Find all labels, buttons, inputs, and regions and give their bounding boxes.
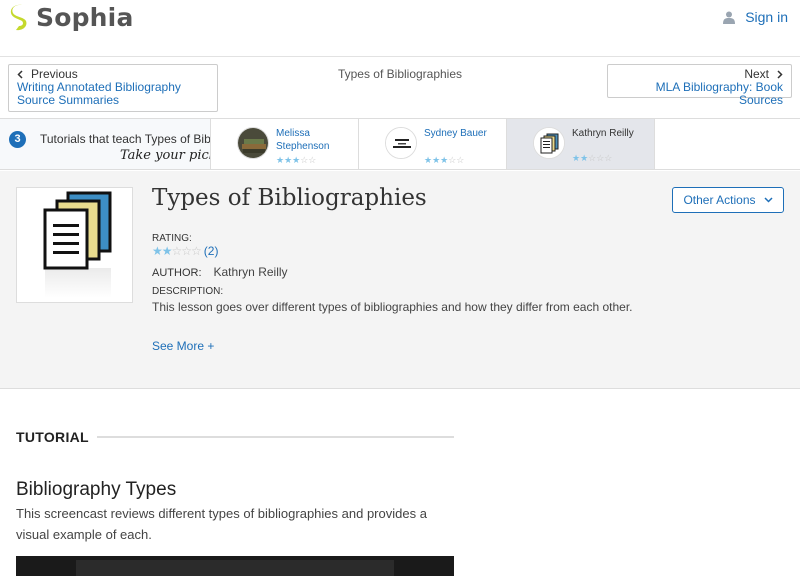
see-more-link[interactable]: See More +: [152, 339, 214, 353]
rating: ★★☆☆☆ (2): [152, 244, 218, 258]
author: AUTHOR: Kathryn Reilly: [152, 265, 288, 279]
previous-lesson-button[interactable]: Previous Writing Annotated Bibliography …: [8, 64, 218, 112]
tutorial-card-kathryn-reilly[interactable]: Kathryn Reilly ★★☆☆☆: [507, 119, 655, 169]
chevron-left-icon: [17, 70, 23, 79]
description-text: This lesson goes over different types of…: [152, 300, 633, 314]
book-stack-icon: [238, 128, 268, 158]
text-thumbnail-icon: [386, 128, 416, 158]
next-lesson-title: MLA Bibliography: Book Sources: [655, 80, 783, 107]
lesson-description: This screencast reviews different types …: [16, 506, 427, 542]
documents-icon: [534, 128, 564, 158]
rating-count-link[interactable]: (2): [204, 244, 219, 258]
author-name: Kathryn Reilly: [213, 265, 288, 279]
rating-label: RATING:: [152, 233, 192, 244]
chevron-right-icon: [777, 70, 783, 79]
current-lesson-title: Types of Bibliographies: [337, 67, 463, 81]
video-player[interactable]: [16, 556, 454, 576]
sign-in-link[interactable]: Sign in: [723, 9, 788, 25]
tutorial-author-name: Sydney Bauer: [424, 128, 487, 139]
sophia-logo-icon: [10, 4, 27, 30]
chevron-down-icon: [763, 197, 773, 203]
video-frame: [76, 560, 394, 576]
other-actions-label: Other Actions: [683, 193, 756, 207]
tutorial-section-header: TUTORIAL: [16, 429, 454, 445]
previous-lesson-title: Writing Annotated Bibliography Source Su…: [17, 80, 181, 107]
tutorial-thumbnail: [385, 127, 417, 159]
tutorial-rating-stars: ★★☆☆☆: [572, 153, 613, 163]
site-header: Sophia Sign in: [0, 0, 800, 57]
sophia-logo[interactable]: Sophia: [10, 3, 134, 32]
lesson-summary: Types of Bibliographies Other Actions RA…: [0, 171, 800, 389]
tutorial-picker-intro: 3 Tutorials that teach Types of Bibliogr…: [0, 119, 211, 169]
tutorial-rating-stars: ★★★☆☆: [424, 155, 465, 165]
sign-in-label: Sign in: [745, 9, 788, 25]
user-icon: [723, 11, 736, 24]
tutorial-card-melissa-stephenson[interactable]: Melissa Stephenson ★★★☆☆: [211, 119, 359, 169]
tutorial-author-name: Melissa Stephenson: [276, 128, 330, 152]
tutorial-thumbnail: [237, 127, 269, 159]
description-label: DESCRIPTION:: [152, 286, 224, 297]
tutorial-picker-heading: Tutorials that teach Types of Bibliograp…: [40, 132, 211, 146]
take-your-pick-label: Take your pick:: [120, 148, 211, 163]
tutorial-picker: 3 Tutorials that teach Types of Bibliogr…: [0, 118, 800, 170]
other-actions-dropdown[interactable]: Other Actions: [672, 187, 784, 213]
rating-stars: ★★☆☆☆: [152, 244, 202, 258]
lesson-title: Bibliography Types: [16, 479, 177, 500]
section-divider: [96, 436, 454, 438]
tutorial-author-name: Kathryn Reilly: [572, 128, 634, 139]
tutorial-card-sydney-bauer[interactable]: Sydney Bauer ★★★☆☆: [359, 119, 507, 169]
next-lesson-button[interactable]: Next MLA Bibliography: Book Sources: [607, 64, 792, 107]
tutorial-count-badge: 3: [9, 131, 26, 148]
author-label: AUTHOR:: [152, 267, 202, 279]
tutorial-section-label: TUTORIAL: [16, 429, 89, 445]
tutorial-thumbnail: [533, 127, 565, 159]
brand-name: Sophia: [36, 3, 134, 32]
lesson-thumbnail: [16, 187, 133, 303]
lesson-navigation: Previous Writing Annotated Bibliography …: [0, 57, 800, 118]
page-title: Types of Bibliographies: [152, 185, 427, 211]
documents-icon: [43, 191, 112, 298]
tutorial-rating-stars: ★★★☆☆: [276, 155, 317, 165]
